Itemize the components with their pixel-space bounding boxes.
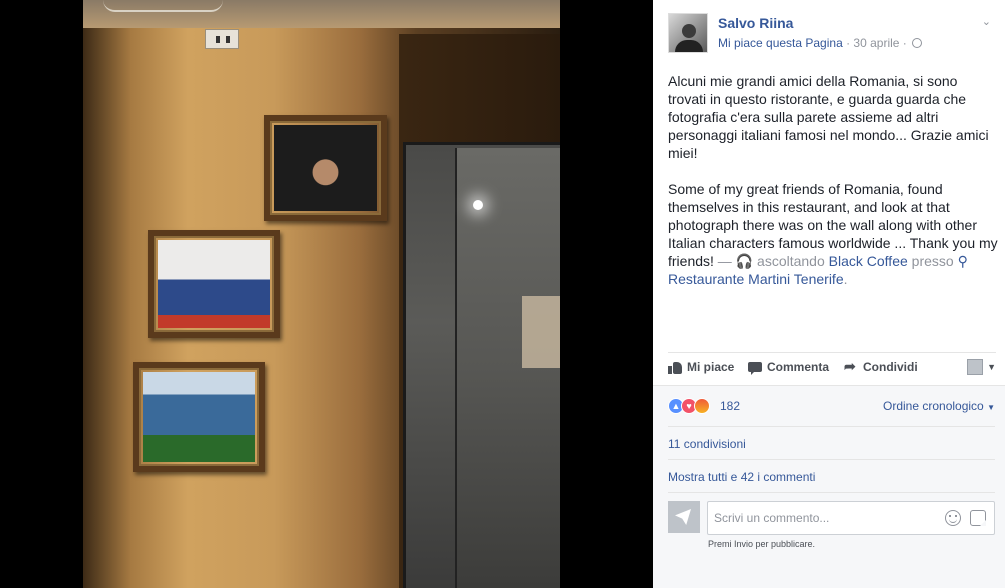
- feedback-section: ▲ ♥ 182 Ordine cronologico ▼ 11 condivis…: [653, 385, 1005, 588]
- comment-label: Commenta: [767, 360, 830, 374]
- meta-separator: ·: [842, 36, 854, 50]
- thumbs-up-icon: [668, 361, 682, 374]
- activity-label: ascoltando: [757, 253, 825, 269]
- reaction-icons[interactable]: ▲ ♥: [668, 398, 710, 414]
- post-side-panel: Salvo Riina Mi piace questa Pagina · 30 …: [653, 0, 1005, 588]
- location-suffix: .: [843, 271, 848, 287]
- post-text-italian: Alcuni mie grandi amici della Romania, s…: [668, 73, 989, 161]
- reactions-row: ▲ ♥ 182 Ordine cronologico ▼: [668, 398, 995, 416]
- divider: [668, 426, 995, 427]
- comment-composer: [668, 501, 995, 535]
- author-name[interactable]: Salvo Riina: [718, 15, 793, 31]
- picture-frame-portrait: [264, 115, 387, 221]
- picture-frame-team: [148, 230, 280, 338]
- divider: [668, 492, 995, 493]
- comment-order-label: Ordine cronologico: [883, 399, 984, 413]
- page-like-link[interactable]: Mi piace questa Pagina: [718, 36, 843, 50]
- meta-separator-2: ·: [899, 36, 911, 50]
- comment-bubble-icon: [748, 361, 762, 375]
- light-glare: [473, 200, 483, 210]
- location-pin-icon: ⚲: [957, 253, 968, 269]
- sticker-icon[interactable]: [970, 510, 986, 526]
- activity-link[interactable]: Black Coffee: [829, 253, 908, 269]
- enter-to-post-hint: Premi Invio per pubblicare.: [708, 539, 816, 549]
- author-avatar[interactable]: [668, 13, 708, 53]
- wall-outlet: [205, 29, 239, 49]
- comment-order-select[interactable]: Ordine cronologico ▼: [883, 399, 995, 413]
- shares-link[interactable]: 11 condivisioni: [668, 437, 995, 451]
- caret-down-icon: ▼: [987, 362, 996, 372]
- post-body: Alcuni mie grandi amici della Romania, s…: [668, 72, 998, 306]
- door-glass-panel: [455, 148, 560, 588]
- post-header: Salvo Riina Mi piace questa Pagina · 30 …: [668, 13, 995, 53]
- post-meta: Mi piace questa Pagina · 30 aprile ·: [718, 36, 923, 50]
- globe-icon: [912, 38, 923, 48]
- chevron-down-icon[interactable]: ⌄: [982, 15, 991, 28]
- post-text-english: Some of my great friends of Romania, fou…: [668, 180, 998, 288]
- post-actions: Mi piace Commenta Condividi ▼: [668, 352, 996, 382]
- post-photo: [83, 0, 560, 588]
- share-arrow-icon: [844, 358, 858, 375]
- share-button[interactable]: Condividi: [844, 358, 918, 375]
- presso-label: presso: [911, 253, 954, 269]
- location-link[interactable]: Restaurante Martini Tenerife: [668, 271, 844, 287]
- ceiling: [83, 0, 560, 28]
- page-avatar-icon: [967, 359, 984, 375]
- commenter-avatar: [668, 501, 700, 533]
- divider: [668, 459, 995, 460]
- show-all-comments-link[interactable]: Mostra tutti e 42 i commenti: [668, 470, 995, 484]
- headphones-icon: 🎧: [735, 253, 754, 269]
- share-label: Condividi: [863, 360, 918, 374]
- activity-dash: —: [713, 253, 736, 269]
- like-label: Mi piace: [687, 360, 735, 374]
- page-voice-selector[interactable]: ▼: [967, 359, 996, 375]
- picture-frame-player: [133, 362, 265, 472]
- comment-button[interactable]: Commenta: [748, 360, 830, 375]
- like-button[interactable]: Mi piace: [668, 360, 734, 374]
- door-sign: [522, 296, 560, 368]
- photo-viewer[interactable]: [0, 0, 653, 588]
- reaction-count[interactable]: 182: [720, 399, 740, 413]
- angry-reaction-icon: [694, 398, 710, 414]
- comment-input[interactable]: [708, 502, 928, 534]
- post-date[interactable]: 30 aprile: [853, 36, 899, 50]
- comment-input-wrapper[interactable]: [707, 501, 995, 535]
- order-caret-icon: ▼: [987, 403, 995, 412]
- emoji-icon[interactable]: [945, 510, 961, 526]
